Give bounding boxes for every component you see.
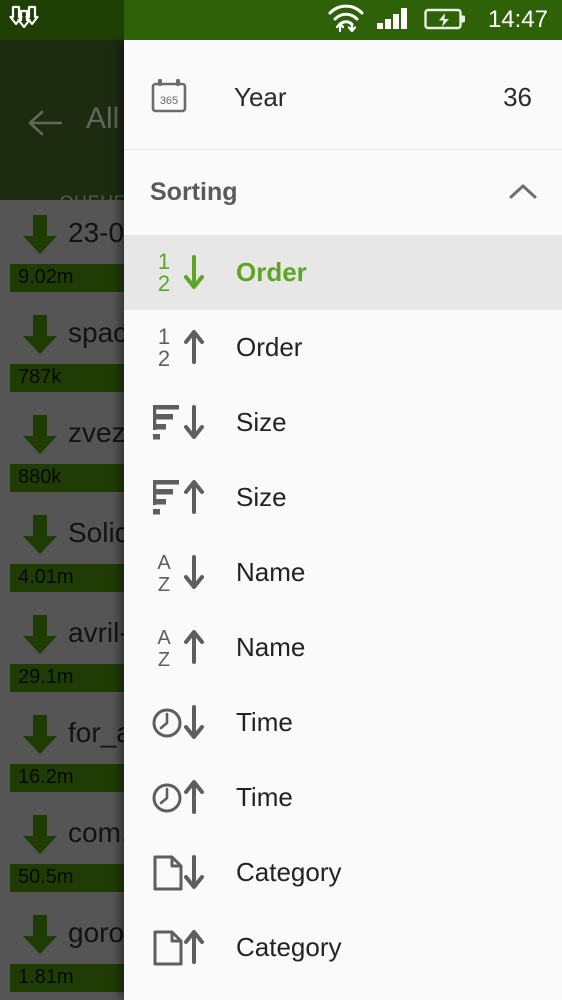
- size-ascending-icon: [150, 472, 206, 524]
- status-bar-clock: 14:47: [487, 6, 548, 33]
- battery-charging-icon: [424, 8, 466, 30]
- sort-option-row-5[interactable]: A Z Name: [124, 610, 562, 685]
- svg-text:Z: Z: [158, 574, 170, 596]
- sorting-section-title: Sorting: [150, 178, 238, 206]
- sort-option-row-1[interactable]: 1 2 Order: [124, 310, 562, 385]
- sort-option-label: Order: [236, 332, 303, 362]
- download-manager-icon: [8, 4, 42, 36]
- svg-text:365: 365: [160, 95, 178, 107]
- time-ascending-icon: [150, 772, 206, 824]
- svg-text:A: A: [157, 627, 171, 649]
- cellular-signal-icon: [376, 6, 414, 30]
- category-descending-icon: [150, 847, 206, 899]
- name-ascending-icon: AZ: [150, 622, 206, 674]
- sorting-options-list: 1 2 Order 1 2 Order Size Size A Z Name A Z Name Time Ti…: [124, 235, 562, 985]
- sort-option-row-6[interactable]: Time: [124, 685, 562, 760]
- size-descending-icon: [150, 397, 206, 449]
- sort-option-row-2[interactable]: Size: [124, 385, 562, 460]
- order-descending-icon: 12: [150, 247, 206, 299]
- year-value: 36: [503, 82, 532, 112]
- sort-option-row-0[interactable]: 1 2 Order: [124, 235, 562, 310]
- sort-option-label: Time: [236, 782, 293, 812]
- year-label: Year: [234, 82, 287, 112]
- category-ascending-icon: [150, 922, 206, 974]
- svg-text:2: 2: [158, 271, 170, 296]
- svg-text:Z: Z: [158, 649, 170, 671]
- calendar-365-icon: 365: [150, 78, 188, 114]
- svg-text:A: A: [157, 552, 171, 574]
- status-bar: 14:47: [124, 0, 562, 40]
- year-filter-row[interactable]: 365 Year 36: [124, 40, 562, 150]
- sort-option-label: Category: [236, 932, 342, 962]
- sort-option-label: Size: [236, 407, 287, 437]
- name-descending-icon: AZ: [150, 547, 206, 599]
- sort-option-row-9[interactable]: Category: [124, 910, 562, 985]
- svg-text:2: 2: [158, 346, 170, 371]
- sort-option-label: Category: [236, 857, 342, 887]
- sort-option-label: Name: [236, 632, 306, 662]
- sorting-options-sheet: 365 Year 36 Sorting 1 2 Order 1 2 Order Size Si…: [124, 40, 562, 1000]
- time-descending-icon: [150, 697, 206, 749]
- sort-option-label: Size: [236, 482, 287, 512]
- sort-option-label: Order: [236, 257, 307, 287]
- sorting-section-header[interactable]: Sorting: [124, 150, 562, 235]
- sort-option-row-4[interactable]: A Z Name: [124, 535, 562, 610]
- sort-option-row-7[interactable]: Time: [124, 760, 562, 835]
- sort-option-label: Name: [236, 557, 306, 587]
- sort-option-label: Time: [236, 707, 293, 737]
- wifi-icon: [326, 4, 366, 32]
- sort-option-row-8[interactable]: Category: [124, 835, 562, 910]
- chevron-up-icon[interactable]: [508, 182, 538, 202]
- sort-option-row-3[interactable]: Size: [124, 460, 562, 535]
- order-ascending-icon: 12: [150, 322, 206, 374]
